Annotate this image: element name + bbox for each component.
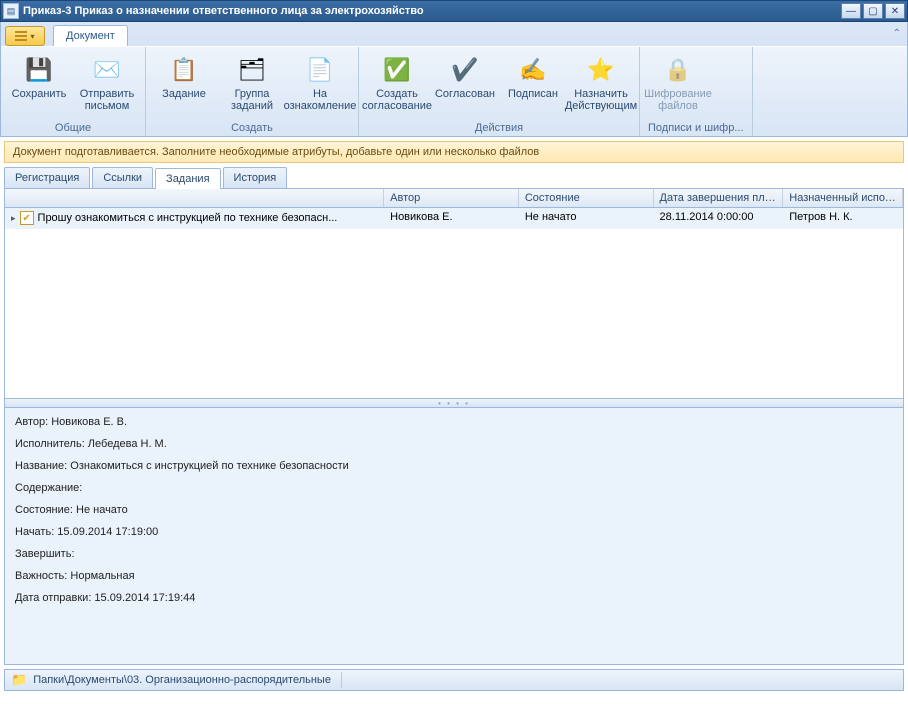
subtab-0[interactable]: Регистрация <box>4 167 90 188</box>
ribbon-group-label: Создать <box>154 120 350 134</box>
encrypt-icon: 🔒 <box>662 54 694 86</box>
encrypt-button: 🔒Шифрование файлов <box>648 51 708 115</box>
document-icon: ▤ <box>3 3 19 19</box>
send-mail-icon: ✉️ <box>91 54 123 86</box>
task-group-icon: 🗂 <box>236 54 268 86</box>
ribbon-group-label: Действия <box>367 120 631 134</box>
row-text: Прошу ознакомиться с инструкцией по техн… <box>38 212 338 224</box>
detail-line-5: Начать: 15.09.2014 17:19:00 <box>15 526 893 538</box>
menu-icon <box>15 31 27 41</box>
grid-col-assignee[interactable]: Назначенный исполни... <box>783 189 903 207</box>
row-state: Не начато <box>519 208 654 228</box>
encrypt-label: Шифрование файлов <box>644 88 712 112</box>
ribbon-container: ▾ Документ ⌃ 💾 Сохранить ✉️Отправить письм… <box>0 22 908 137</box>
subtab-3[interactable]: История <box>223 167 288 188</box>
window-title: Приказ-3 Приказ о назначении ответственн… <box>23 5 841 17</box>
window-buttons: — ▢ ✕ <box>841 3 905 19</box>
signed-icon: ✍️ <box>517 54 549 86</box>
acquaint-button[interactable]: 📄На ознакомление <box>290 51 350 115</box>
expand-icon[interactable]: ▸ <box>11 213 16 224</box>
grid-body: ▸ ✔ Прошу ознакомиться с инструкцией по … <box>5 208 903 398</box>
save-label: Сохранить <box>12 88 67 100</box>
ribbon-tab-document[interactable]: Документ <box>53 25 128 46</box>
table-row[interactable]: ▸ ✔ Прошу ознакомиться с инструкцией по … <box>5 208 903 229</box>
task-group-button[interactable]: 🗂Группа заданий <box>222 51 282 115</box>
subtab-1[interactable]: Ссылки <box>92 167 153 188</box>
create-approval-button[interactable]: ✅Создать согласование <box>367 51 427 115</box>
acquaint-label: На ознакомление <box>284 88 357 112</box>
detail-line-6: Завершить: <box>15 548 893 560</box>
set-active-button[interactable]: ⭐Назначить Действующим <box>571 51 631 115</box>
set-active-label: Назначить Действующим <box>565 88 637 112</box>
ribbon-group-label: Подписи и шифр... <box>648 120 744 134</box>
detail-line-1: Исполнитель: Лебедева Н. М. <box>15 438 893 450</box>
detail-line-2: Название: Ознакомиться с инструкцией по … <box>15 460 893 472</box>
grid-col-name[interactable] <box>5 189 384 207</box>
ribbon-group-1: 📋Задание🗂Группа заданий📄На ознакомлениеС… <box>146 47 359 136</box>
task-icon: 📋 <box>168 54 200 86</box>
grid-col-state[interactable]: Состояние <box>519 189 654 207</box>
row-author: Новикова Е. <box>384 208 519 228</box>
approved-icon: ✔️ <box>449 54 481 86</box>
titlebar: ▤ Приказ-3 Приказ о назначении ответстве… <box>0 0 908 22</box>
acquaint-icon: 📄 <box>304 54 336 86</box>
ribbon-group-label: Общие <box>9 120 137 134</box>
ribbon-collapse-button[interactable]: ⌃ <box>893 28 901 39</box>
task-button[interactable]: 📋 Задание <box>154 51 214 103</box>
ribbon-tabstrip: ▾ Документ ⌃ <box>1 22 907 46</box>
approved-label: Согласован <box>435 88 495 100</box>
task-icon: ✔ <box>20 211 34 225</box>
ribbon-group-items: 💾 Сохранить ✉️Отправить письмом <box>9 51 137 120</box>
detail-line-7: Важность: Нормальная <box>15 570 893 582</box>
row-plan-end: 28.11.2014 0:00:00 <box>654 208 784 228</box>
create-approval-label: Создать согласование <box>362 88 432 112</box>
grid-col-author[interactable]: Автор <box>384 189 519 207</box>
ribbon-group-items: ✅Создать согласование ✔️ Согласован ✍️ Подпи… <box>367 51 631 120</box>
detail-line-8: Дата отправки: 15.09.2014 17:19:44 <box>15 592 893 604</box>
approved-button[interactable]: ✔️ Согласован <box>435 51 495 103</box>
splitter[interactable]: • • • • <box>4 399 904 407</box>
grid-header: Автор Состояние Дата завершения план... … <box>5 189 903 208</box>
signed-label: Подписан <box>508 88 558 100</box>
maximize-button[interactable]: ▢ <box>863 3 883 19</box>
task-label: Задание <box>162 88 206 100</box>
save-icon: 💾 <box>23 54 55 86</box>
subtab-2[interactable]: Задания <box>155 168 220 189</box>
send-mail-button[interactable]: ✉️Отправить письмом <box>77 51 137 115</box>
app-menu-button[interactable]: ▾ <box>5 26 45 46</box>
row-name-cell: ▸ ✔ Прошу ознакомиться с инструкцией по … <box>5 208 384 228</box>
minimize-button[interactable]: — <box>841 3 861 19</box>
ribbon-group-0: 💾 Сохранить ✉️Отправить письмом Общие <box>1 47 146 136</box>
save-button[interactable]: 💾 Сохранить <box>9 51 69 103</box>
info-bar: Документ подготавливается. Заполните нео… <box>4 141 904 163</box>
grid-col-plan-end[interactable]: Дата завершения план... <box>654 189 784 207</box>
row-assignee: Петров Н. К. <box>783 208 903 228</box>
task-group-label: Группа заданий <box>225 88 279 112</box>
ribbon-group-3: 🔒Шифрование файлов Подписи и шифр... <box>640 47 753 136</box>
statusbar: 📁 Папки\Документы\03. Организационно-рас… <box>4 669 904 691</box>
ribbon-group-items: 📋Задание🗂Группа заданий📄На ознакомление <box>154 51 350 120</box>
ribbon: 💾 Сохранить ✉️Отправить письмом Общие 📋 Задан… <box>1 46 907 136</box>
signed-button[interactable]: ✍️ Подписан <box>503 51 563 103</box>
status-separator <box>341 672 342 688</box>
tasks-grid: Автор Состояние Дата завершения план... … <box>4 189 904 399</box>
chevron-down-icon: ▾ <box>30 32 34 41</box>
detail-line-4: Состояние: Не начато <box>15 504 893 516</box>
detail-line-3: Содержание: <box>15 482 893 494</box>
detail-line-0: Автор: Новикова Е. В. <box>15 416 893 428</box>
ribbon-group-2: ✅Создать согласование ✔️ Согласован ✍️ Подпи… <box>359 47 640 136</box>
folder-icon: 📁 <box>11 672 27 688</box>
send-mail-label: Отправить письмом <box>80 88 135 112</box>
set-active-icon: ⭐ <box>585 54 617 86</box>
detail-panel: Автор: Новикова Е. В. Исполнитель: Лебеде… <box>4 407 904 665</box>
close-button[interactable]: ✕ <box>885 3 905 19</box>
status-path[interactable]: Папки\Документы\03. Организационно-распо… <box>33 674 331 686</box>
create-approval-icon: ✅ <box>381 54 413 86</box>
subtabs: РегистрацияСсылкиЗаданияИстория <box>4 167 904 189</box>
ribbon-group-items: 🔒Шифрование файлов <box>648 51 744 120</box>
